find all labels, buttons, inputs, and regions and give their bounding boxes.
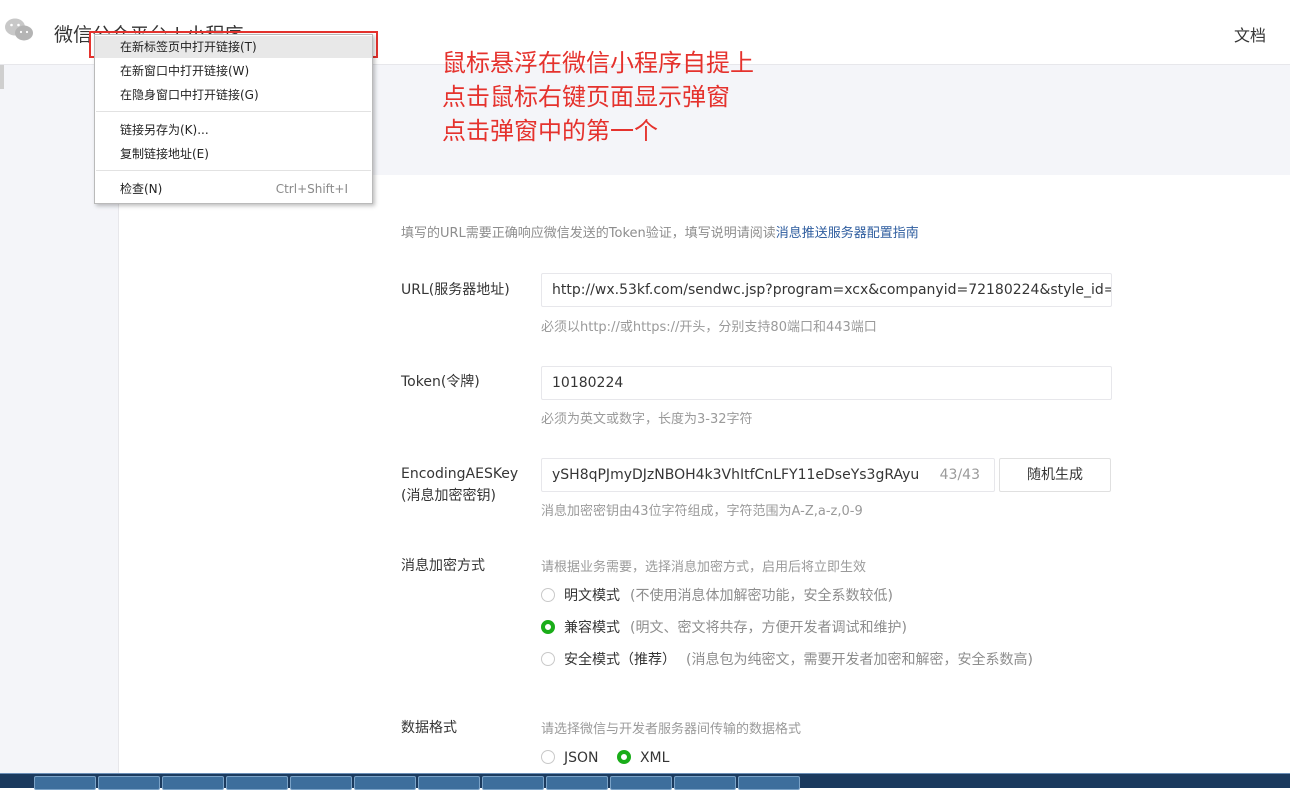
taskbar-app-icon[interactable] xyxy=(354,776,416,790)
description-text: 填写的URL需要正确响应微信发送的Token验证，填写说明请阅读 xyxy=(401,226,776,241)
taskbar-app-icon[interactable] xyxy=(226,776,288,790)
taskbar-app-icon[interactable] xyxy=(738,776,800,790)
taskbar-app-icon[interactable] xyxy=(674,776,736,790)
taskbar-app-icon[interactable] xyxy=(418,776,480,790)
sidebar-edge xyxy=(0,65,4,89)
annotation-line: 点击鼠标右键页面显示弹窗 xyxy=(442,83,730,111)
menu-item-shortcut: Ctrl+Shift+I xyxy=(275,182,348,196)
menu-item-label: 检查(N) xyxy=(120,182,163,196)
radio-compatible-mode[interactable]: 兼容模式 (明文、密文将共存，方便开发者调试和维护) xyxy=(541,618,907,638)
radio-label: 明文模式 xyxy=(564,588,620,604)
radio-secure-mode[interactable]: 安全模式（推荐） (消息包为纯密文，需要开发者加密和解密，安全系数高) xyxy=(541,650,1033,670)
taskbar-app-icon[interactable] xyxy=(98,776,160,790)
radio-checked-icon[interactable] xyxy=(541,620,555,634)
taskbar-app-icon[interactable] xyxy=(290,776,352,790)
context-menu: 在新标签页中打开链接(T) 在新窗口中打开链接(W) 在隐身窗口中打开链接(G)… xyxy=(94,34,373,204)
url-input[interactable]: http://wx.53kf.com/sendwc.jsp?program=xc… xyxy=(541,273,1112,307)
menu-item-open-new-tab[interactable]: 在新标签页中打开链接(T) xyxy=(95,36,372,58)
radio-label: 兼容模式 xyxy=(564,620,620,636)
menu-separator xyxy=(96,170,371,171)
radio-note: (明文、密文将共存，方便开发者调试和维护) xyxy=(630,620,907,636)
token-hint: 必须为英文或数字，长度为3-32字符 xyxy=(541,412,753,427)
format-label: 数据格式 xyxy=(401,720,457,736)
taskbar-app-icon[interactable] xyxy=(610,776,672,790)
menu-item-save-link-as[interactable]: 链接另存为(K)... xyxy=(95,119,372,141)
url-label: URL(服务器地址) xyxy=(401,282,510,298)
radio-plaintext-mode[interactable]: 明文模式 (不使用消息体加解密功能，安全系数较低) xyxy=(541,586,893,606)
menu-item-label: 复制链接地址(E) xyxy=(120,147,209,161)
token-label: Token(令牌) xyxy=(401,374,480,390)
menu-item-open-incognito[interactable]: 在隐身窗口中打开链接(G) xyxy=(95,84,372,106)
taskbar-app-icon[interactable] xyxy=(482,776,544,790)
radio-checked-icon[interactable] xyxy=(616,750,631,764)
menu-item-label: 在新窗口中打开链接(W) xyxy=(120,64,250,78)
format-hint: 请选择微信与开发者服务器间传输的数据格式 xyxy=(541,722,802,737)
encryption-hint: 请根据业务需要，选择消息加密方式，启用后将立即生效 xyxy=(541,560,867,575)
os-taskbar xyxy=(0,773,1290,790)
wechat-logo-icon xyxy=(5,18,33,41)
server-config-guide-link[interactable]: 消息推送服务器配置指南 xyxy=(776,226,919,241)
aes-label-line2: (消息加密密钥) xyxy=(401,488,496,504)
docs-link[interactable]: 文档 xyxy=(1234,22,1266,46)
radio-label: 安全模式（推荐） xyxy=(564,652,676,668)
annotation-line: 点击弹窗中的第一个 xyxy=(442,117,658,145)
radio-note: (不使用消息体加解密功能，安全系数较低) xyxy=(630,588,893,604)
menu-item-copy-link[interactable]: 复制链接地址(E) xyxy=(95,143,372,165)
radio-circle-icon[interactable] xyxy=(541,750,555,764)
radio-xml[interactable]: XML xyxy=(616,750,670,766)
taskbar-app-icon[interactable] xyxy=(162,776,224,790)
radio-label: JSON xyxy=(564,750,599,766)
radio-circle-icon[interactable] xyxy=(541,588,555,602)
format-options: JSON XML xyxy=(541,748,669,768)
aes-hint: 消息加密密钥由43位字符组成，字符范围为A-Z,a-z,0-9 xyxy=(541,504,863,519)
menu-separator xyxy=(96,111,371,112)
menu-item-open-new-window[interactable]: 在新窗口中打开链接(W) xyxy=(95,60,372,82)
aes-label: EncodingAESKey (消息加密密钥) xyxy=(401,463,518,507)
menu-item-label: 链接另存为(K)... xyxy=(120,123,209,137)
radio-label: XML xyxy=(639,750,670,766)
radio-circle-icon[interactable] xyxy=(541,652,555,666)
taskbar-app-icon[interactable] xyxy=(34,776,96,790)
encryption-label: 消息加密方式 xyxy=(401,558,485,574)
aes-key-input[interactable]: ySH8qPJmyDJzNBOH4k3VhItfCnLFY11eDseYs3gR… xyxy=(541,458,995,492)
menu-item-label: 在新标签页中打开链接(T) xyxy=(120,40,257,54)
url-hint: 必须以http://或https://开头，分别支持80端口和443端口 xyxy=(541,320,877,335)
taskbar-app-icon[interactable] xyxy=(546,776,608,790)
menu-item-label: 在隐身窗口中打开链接(G) xyxy=(120,88,259,102)
aes-label-line1: EncodingAESKey xyxy=(401,466,519,482)
radio-note: (消息包为纯密文，需要开发者加密和解密，安全系数高) xyxy=(686,652,1033,668)
annotation-line: 鼠标悬浮在微信小程序自提上 xyxy=(442,49,754,77)
generate-random-button[interactable]: 随机生成 xyxy=(999,458,1111,492)
form-description: 填写的URL需要正确响应微信发送的Token验证，填写说明请阅读消息推送服务器配… xyxy=(401,222,919,241)
annotation: 鼠标悬浮在微信小程序自提上 点击鼠标右键页面显示弹窗 点击弹窗中的第一个 xyxy=(442,46,754,148)
radio-json[interactable]: JSON xyxy=(541,750,599,766)
aes-key-value: ySH8qPJmyDJzNBOH4k3VhItfCnLFY11eDseYs3gR… xyxy=(552,467,920,483)
token-input[interactable]: 10180224 xyxy=(541,366,1112,400)
aes-key-counter: 43/43 xyxy=(939,467,980,483)
menu-item-inspect[interactable]: 检查(N) Ctrl+Shift+I xyxy=(95,178,372,200)
